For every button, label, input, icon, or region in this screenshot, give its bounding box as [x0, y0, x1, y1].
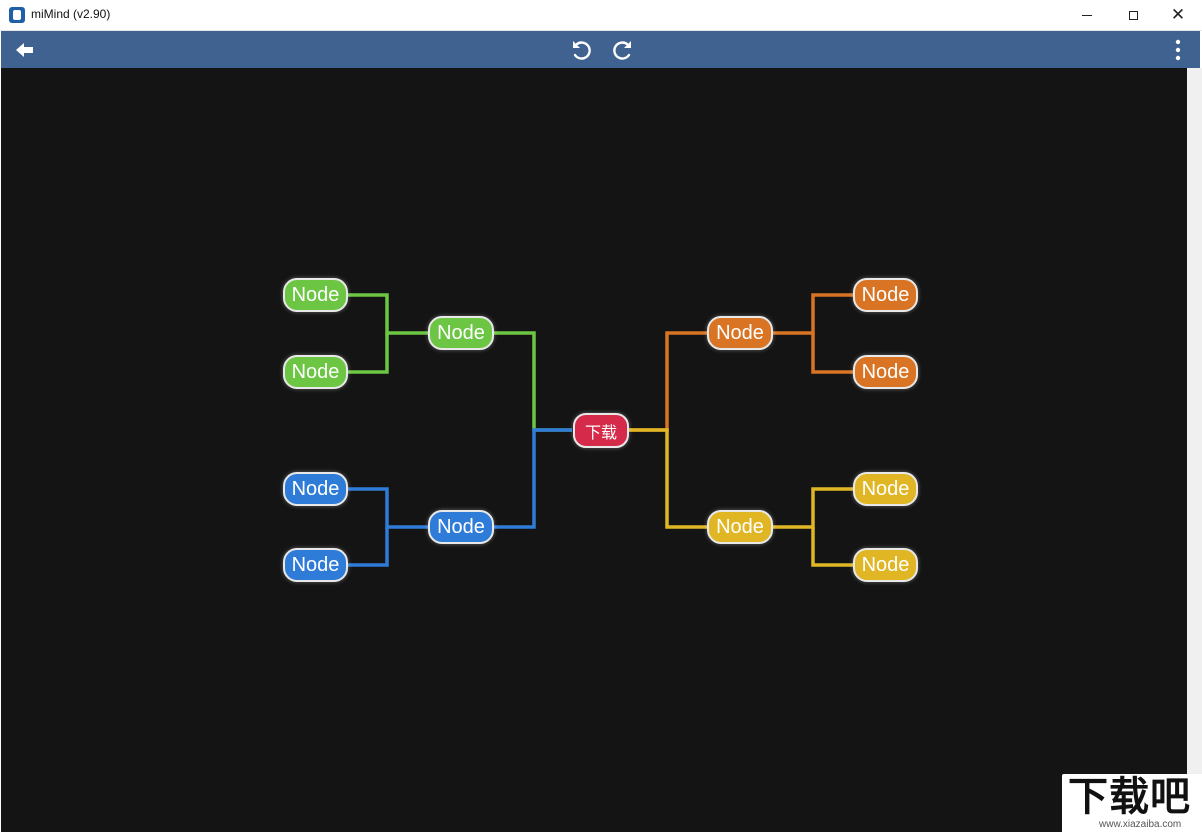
arrow-left-icon: [16, 42, 33, 57]
node-yellow-child-2[interactable]: Node: [853, 548, 918, 582]
maximize-icon: [1128, 10, 1138, 20]
undo-icon: [573, 40, 591, 60]
node-blue-child-1[interactable]: Node: [283, 472, 348, 506]
window-title: miMind (v2.90): [31, 7, 111, 21]
mindmap-canvas[interactable]: 下载 Node Node Node Node Node Node Node No…: [1, 68, 1187, 832]
connector-green-center: [494, 331, 572, 432]
app-icon: [9, 7, 25, 23]
node-blue-main[interactable]: Node: [428, 510, 494, 544]
close-icon: ✕: [1170, 4, 1186, 25]
vertical-scrollbar[interactable]: [1187, 68, 1202, 832]
maximize-button[interactable]: [1110, 0, 1156, 30]
watermark-url: www.xiazaiba.com: [1099, 819, 1182, 830]
center-node[interactable]: 下载: [573, 413, 629, 448]
title-bar[interactable]: miMind (v2.90) ✕: [0, 0, 1202, 31]
connector-yellow-center: [629, 428, 708, 529]
undo-button[interactable]: [567, 31, 595, 68]
node-orange-child-1[interactable]: Node: [853, 278, 918, 312]
connector-green-child-2: [347, 333, 389, 374]
node-green-main[interactable]: Node: [428, 316, 494, 350]
node-yellow-main[interactable]: Node: [707, 510, 773, 544]
back-button[interactable]: [11, 31, 39, 68]
app-window: miMind (v2.90) ✕ 下载 Node Node Node Node …: [0, 0, 1202, 832]
connector-yellow-child-1: [773, 487, 854, 529]
more-menu-button[interactable]: [1164, 31, 1192, 68]
watermark: 下载吧 www.xiazaiba.com: [1062, 774, 1202, 832]
mindmap-connectors: [347, 293, 854, 567]
watermark-logo-text: 下载吧: [1068, 774, 1191, 820]
connector-orange-child-1: [773, 293, 854, 335]
node-green-child-2[interactable]: Node: [283, 355, 348, 389]
connector-yellow-child-2: [811, 527, 854, 567]
connector-green-child-1: [347, 293, 429, 335]
node-green-child-1[interactable]: Node: [283, 278, 348, 312]
connector-blue-child-1: [347, 487, 429, 529]
redo-icon: [613, 40, 631, 60]
connector-blue-center: [494, 428, 572, 529]
node-orange-child-2[interactable]: Node: [853, 355, 918, 389]
connector-orange-child-2: [811, 333, 854, 374]
node-blue-child-2[interactable]: Node: [283, 548, 348, 582]
connector-blue-child-2: [347, 527, 389, 567]
redo-button[interactable]: [609, 31, 637, 68]
app-toolbar: [1, 31, 1200, 68]
more-vertical-icon: [1175, 39, 1181, 60]
close-button[interactable]: ✕: [1155, 0, 1201, 30]
node-orange-main[interactable]: Node: [707, 316, 773, 350]
minimize-icon: [1082, 14, 1092, 16]
connector-orange-center: [629, 331, 708, 432]
node-yellow-child-1[interactable]: Node: [853, 472, 918, 506]
minimize-button[interactable]: [1064, 0, 1110, 30]
